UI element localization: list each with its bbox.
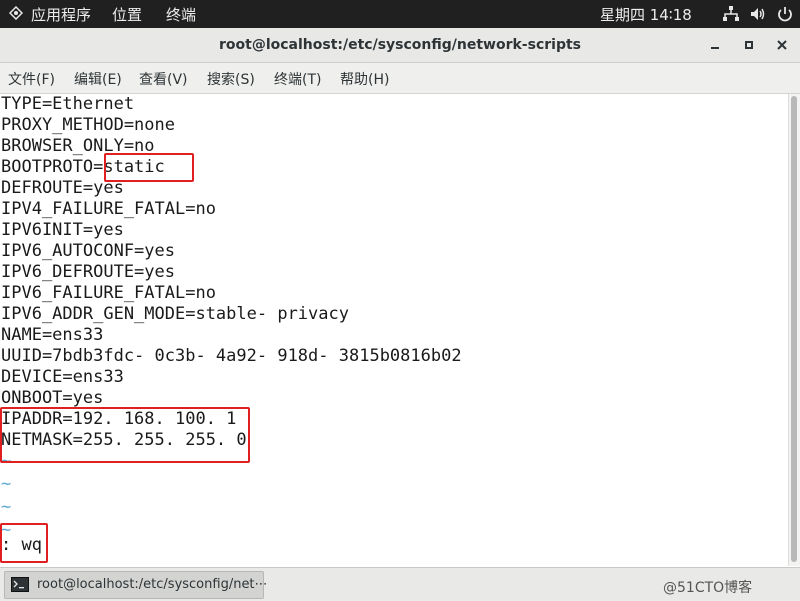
terminal-app-menu[interactable]: 终端 [166,4,196,25]
empty-line-marker: ~ [1,497,12,517]
config-line: IPV6_FAILURE_FATAL=no [1,283,216,303]
config-line: UUID=7bdb3fdc- 0c3b- 4a92- 918d- 3815b08… [1,346,462,366]
command-highlight [0,523,48,563]
minimize-icon[interactable] [707,37,723,53]
places-menu[interactable]: 位置 [112,4,142,25]
config-line: PROXY_METHOD=none [1,115,175,135]
applications-menu[interactable]: 应用程序 [31,4,91,25]
maximize-icon[interactable] [741,37,757,53]
menu-file[interactable]: 文件(F) [8,69,55,89]
ip-settings-highlight [0,407,250,463]
terminal-icon [11,577,29,592]
empty-line-marker: ~ [1,474,12,494]
close-icon[interactable] [774,37,790,53]
scrollbar-thumb[interactable] [791,96,797,562]
menu-help[interactable]: 帮助(H) [340,69,389,89]
menu-bar: 文件(F) 编辑(E) 查看(V) 搜索(S) 终端(T) 帮助(H) [0,63,800,94]
system-tray[interactable] [722,5,794,23]
config-line: IPV6_AUTOCONF=yes [1,241,175,261]
config-line: TYPE=Ethernet [1,94,135,114]
bootproto-highlight [104,153,194,182]
config-line: ONBOOT=yes [1,388,104,408]
config-line: DEVICE=ens33 [1,367,124,387]
config-line: IPV6INIT=yes [1,220,124,240]
menu-edit[interactable]: 编辑(E) [74,69,122,89]
config-line: IPV6_DEFROUTE=yes [1,262,175,282]
watermark: @51CTO博客 [663,580,753,596]
network-icon[interactable] [722,5,740,23]
terminal-view[interactable]: TYPE=Ethernet PROXY_METHOD=none BROWSER_… [0,94,788,566]
volume-icon[interactable] [749,5,767,23]
power-icon[interactable] [776,5,794,23]
menu-terminal[interactable]: 终端(T) [274,69,321,89]
config-line: NAME=ens33 [1,325,104,345]
window-title: root@localhost:/etc/sysconfig/network-sc… [218,37,582,53]
apps-icon [9,6,23,20]
config-line: IPV4_FAILURE_FATAL=no [1,199,216,219]
clock[interactable]: 星期四 14∶18 [600,4,692,25]
menu-view[interactable]: 查看(V) [139,69,188,89]
taskbar: root@localhost:/etc/sysconfig/net⋯ @51CT… [0,567,800,601]
menu-search[interactable]: 搜索(S) [207,69,255,89]
taskbar-entry-label: root@localhost:/etc/sysconfig/net⋯ [37,577,268,592]
top-bar: 应用程序 位置 终端 星期四 14∶18 [0,0,800,28]
taskbar-terminal-entry[interactable]: root@localhost:/etc/sysconfig/net⋯ [4,571,268,599]
config-line: IPV6_ADDR_GEN_MODE=stable- privacy [1,304,349,324]
window-titlebar[interactable]: root@localhost:/etc/sysconfig/network-sc… [0,28,800,63]
